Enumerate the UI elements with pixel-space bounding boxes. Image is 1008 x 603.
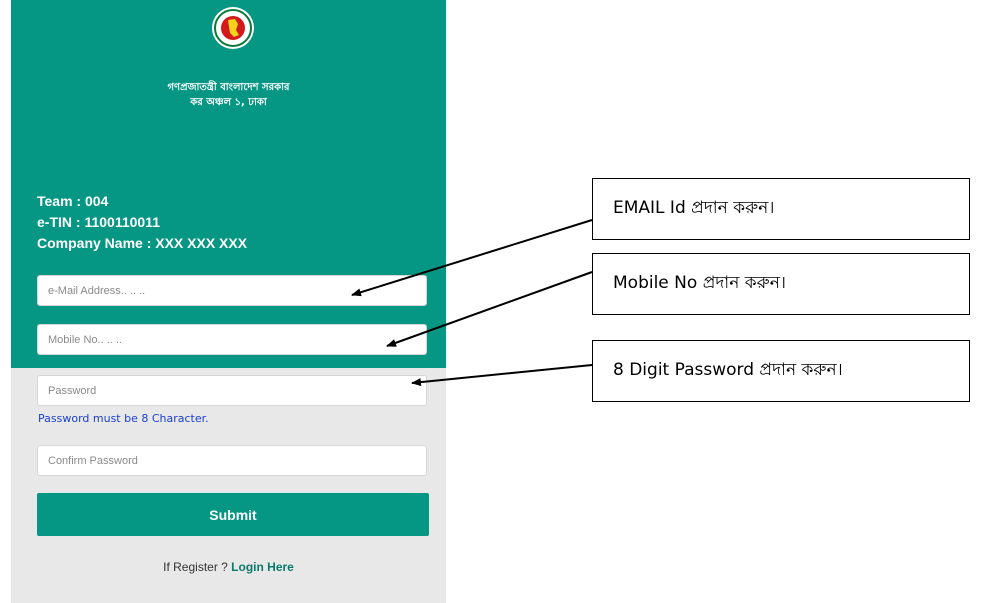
- callout-arrows: [351, 219, 593, 387]
- mobile-arrow: [386, 271, 593, 347]
- email-arrow: [351, 219, 593, 297]
- password-arrow: [411, 364, 593, 387]
